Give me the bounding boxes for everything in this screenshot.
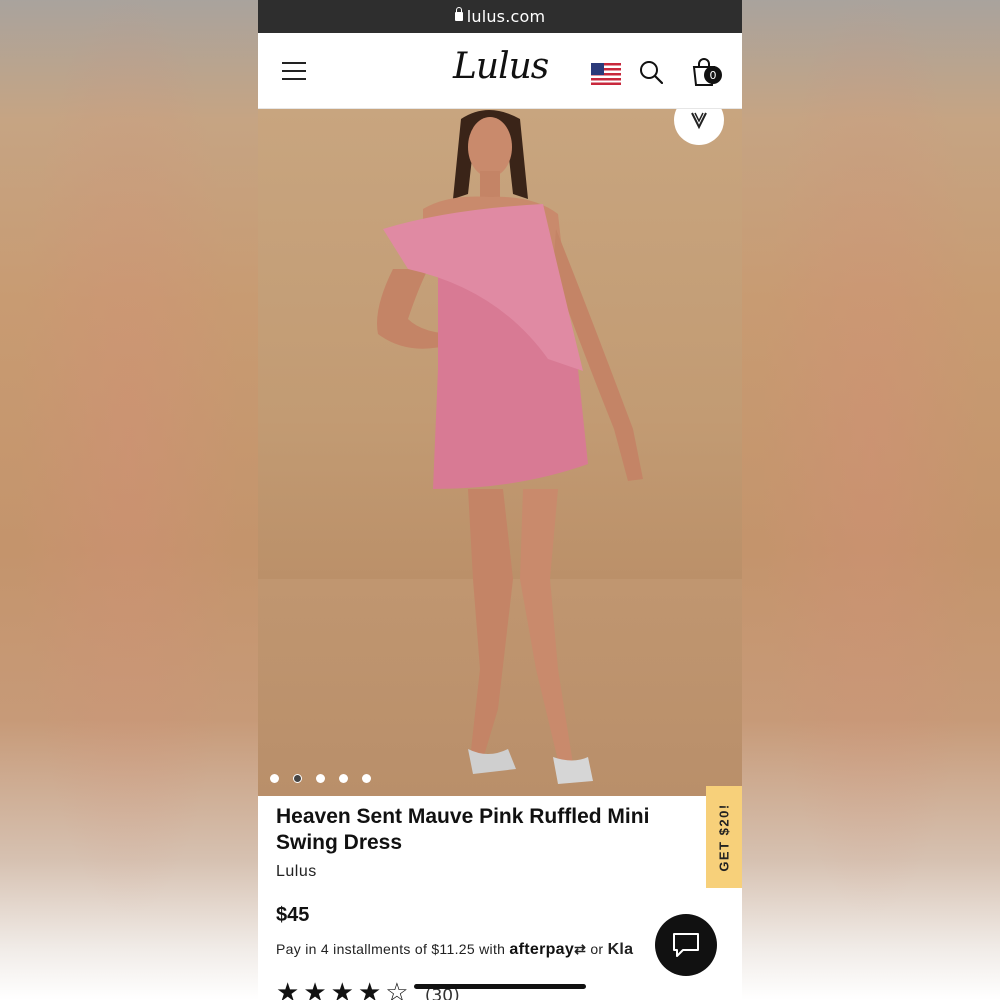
model-illustration	[377, 110, 643, 784]
site-header: Lulus	[258, 33, 742, 109]
star-icon-filled: ★	[357, 978, 386, 1000]
hamburger-menu-icon[interactable]	[282, 62, 306, 80]
product-image[interactable]	[258, 109, 742, 796]
search-icon[interactable]	[639, 60, 663, 84]
product-title: Heaven Sent Mauve Pink Ruffled Mini Swin…	[276, 805, 650, 854]
gallery-dot-active[interactable]	[293, 774, 302, 783]
url-text: lulus.com	[466, 7, 546, 26]
browser-url-bar[interactable]: lulus.com	[258, 0, 742, 33]
star-icon-filled: ★	[276, 978, 304, 1000]
or-text: or	[590, 941, 604, 957]
gallery-dot[interactable]	[339, 774, 348, 783]
star-icon-filled: ★	[303, 978, 331, 1000]
gallery-pagination	[270, 774, 371, 783]
promo-tab[interactable]: GET $20!	[706, 786, 742, 888]
gallery-dot[interactable]	[270, 774, 279, 783]
installments-text: Pay in 4 installments of $11.25 with	[276, 941, 506, 957]
installments-note: Pay in 4 installments of $11.25 with aft…	[276, 941, 633, 959]
promo-label: GET $20!	[716, 802, 732, 872]
gallery-dot[interactable]	[362, 774, 371, 783]
home-indicator[interactable]	[414, 984, 586, 989]
site-logo[interactable]: Lulus	[453, 46, 549, 87]
us-flag-icon[interactable]	[591, 63, 621, 85]
gallery-dot[interactable]	[316, 774, 325, 783]
afterpay-arrows-icon: ⇄	[574, 941, 587, 957]
star-rating[interactable]: ★★★★☆ (30)	[276, 978, 460, 1000]
star-icon-filled: ★	[330, 978, 358, 1000]
lock-icon	[454, 7, 463, 21]
chat-icon	[673, 933, 699, 957]
cart-count-badge: 0	[704, 66, 722, 84]
blurred-background-right	[742, 0, 1000, 1000]
chat-button[interactable]	[655, 914, 717, 976]
product-price: $45	[276, 904, 310, 926]
product-brand[interactable]: Lulus	[276, 863, 317, 881]
afterpay-logo[interactable]: afterpay	[509, 941, 574, 958]
star-icon-empty: ☆	[385, 978, 413, 1000]
phone-screen: lulus.com Lulus 0 Heaven Sent Mauve Pink…	[258, 0, 742, 1000]
blurred-background-left	[0, 0, 258, 1000]
klarna-logo[interactable]: Kla	[608, 941, 634, 958]
